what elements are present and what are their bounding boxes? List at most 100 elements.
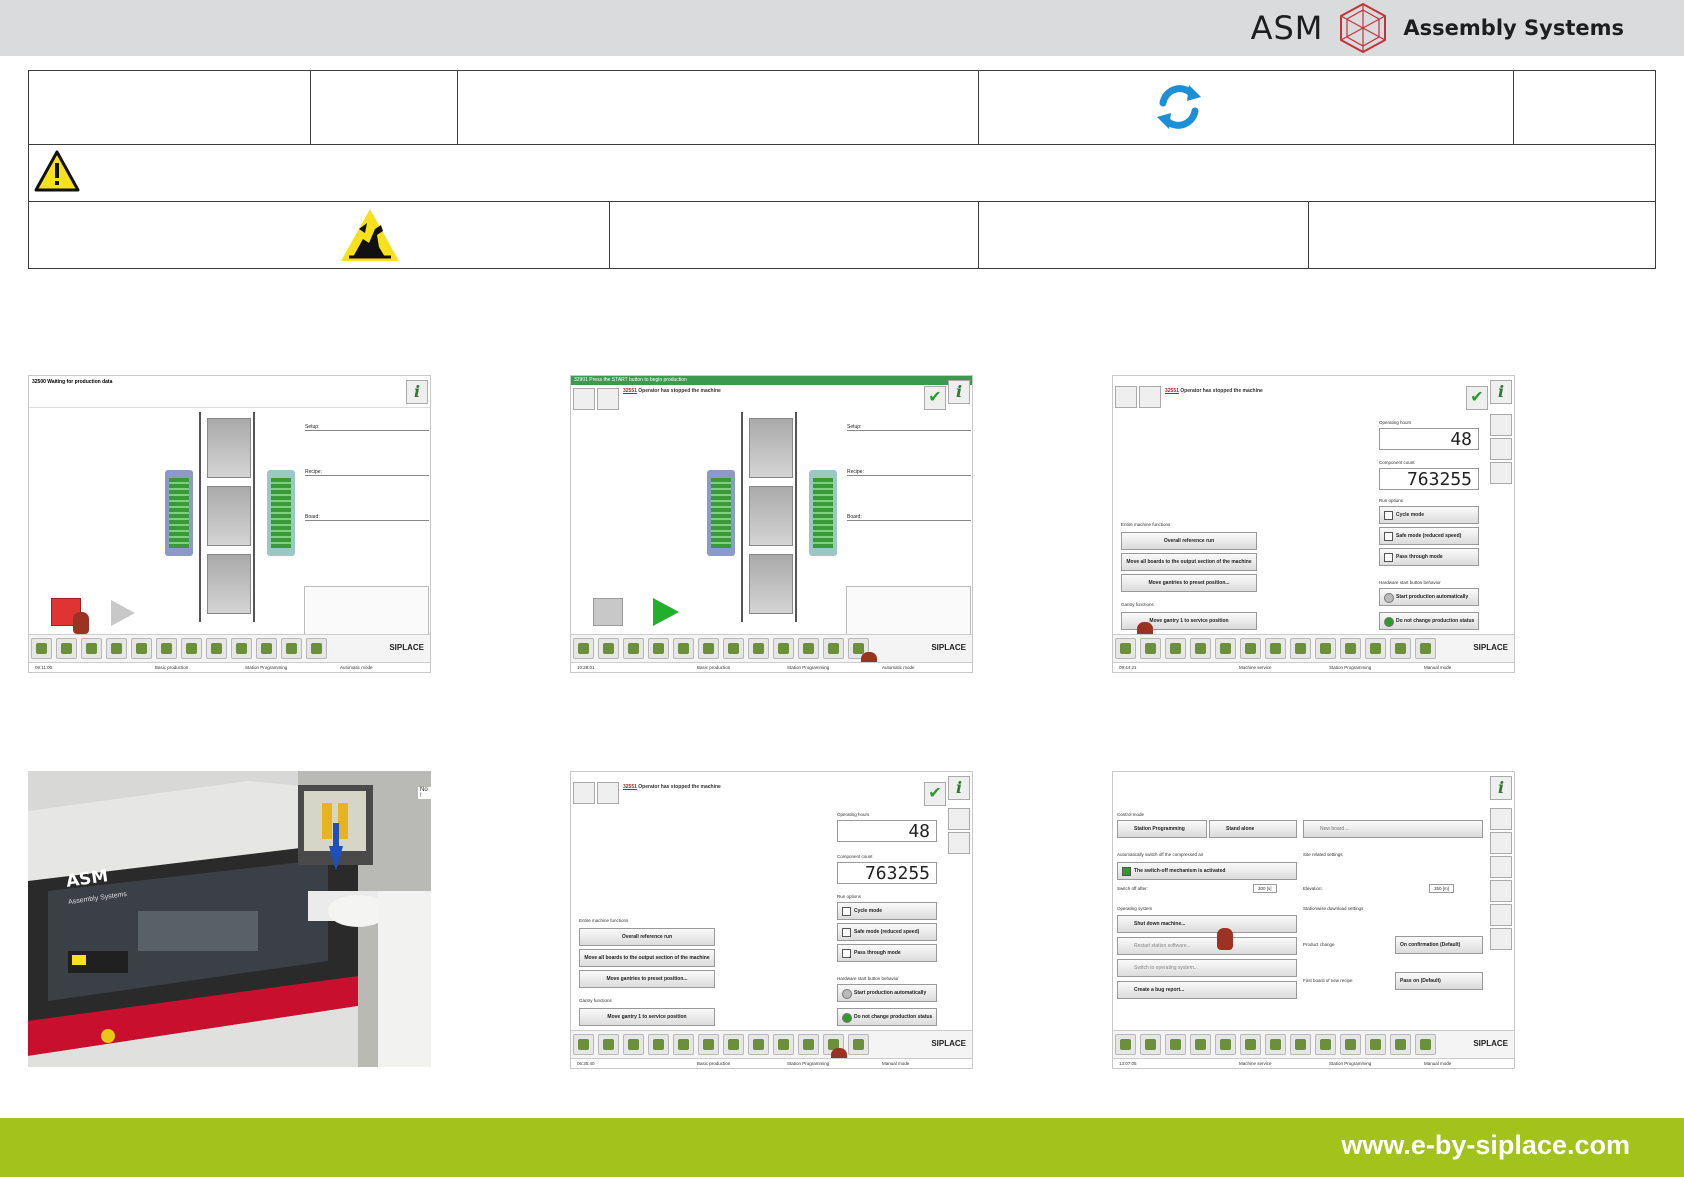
restart-button[interactable]: Restart station software... [1117, 937, 1297, 955]
no-change-radio[interactable]: Do not change production status [837, 1008, 937, 1026]
safe-mode-checkbox[interactable]: Safe mode (reduced speed) [837, 923, 937, 941]
start-auto-radio[interactable]: Start production automatically [837, 984, 937, 1002]
taskbar-icon[interactable] [81, 638, 102, 659]
switch-os-button[interactable]: Switch to operating system... [1117, 959, 1297, 977]
confirm-check-icon[interactable]: ✔ [924, 386, 946, 410]
taskbar-icon[interactable] [1240, 1034, 1261, 1055]
taskbar-icon[interactable] [106, 638, 127, 659]
info-icon[interactable]: i [948, 380, 970, 404]
station-programming-button[interactable]: Station Programming [1117, 820, 1207, 838]
taskbar-icon[interactable] [1190, 1034, 1211, 1055]
taskbar-icon[interactable] [798, 638, 819, 659]
info-tool-icon[interactable] [1115, 386, 1137, 408]
taskbar-icon[interactable] [1265, 638, 1286, 659]
move-gantries-button[interactable]: Move gantries to preset position... [1121, 574, 1257, 592]
side-tool-icon[interactable] [948, 808, 970, 830]
first-board-select[interactable]: Pass on (Default) [1395, 972, 1483, 990]
side-tool-icon[interactable] [1490, 856, 1512, 878]
safe-mode-checkbox[interactable]: Safe mode (reduced speed) [1379, 527, 1479, 545]
cycle-mode-checkbox[interactable]: Cycle mode [837, 902, 937, 920]
taskbar-icon[interactable] [1290, 638, 1311, 659]
taskbar-icon[interactable] [156, 638, 177, 659]
info-tool-icon[interactable] [573, 782, 595, 804]
taskbar-icon[interactable] [748, 1034, 769, 1055]
taskbar-icon[interactable] [598, 638, 619, 659]
taskbar-icon[interactable] [1340, 1034, 1361, 1055]
taskbar-icon[interactable] [673, 638, 694, 659]
wrench-tool-icon[interactable] [597, 782, 619, 804]
taskbar-icon[interactable] [1115, 1034, 1136, 1055]
taskbar-icon[interactable] [648, 638, 669, 659]
taskbar-icon[interactable] [1315, 638, 1336, 659]
no-change-radio[interactable]: Do not change production status [1379, 612, 1479, 630]
taskbar-icon[interactable] [1365, 638, 1386, 659]
product-change-select[interactable]: On confirmation (Default) [1395, 936, 1483, 954]
taskbar-icon[interactable] [823, 638, 844, 659]
taskbar-icon[interactable] [1265, 1034, 1286, 1055]
taskbar-icon[interactable] [698, 638, 719, 659]
wrench-tool-icon[interactable] [1139, 386, 1161, 408]
taskbar-icon[interactable] [1165, 1034, 1186, 1055]
side-tool-icon[interactable] [1490, 808, 1512, 830]
taskbar-icon[interactable] [623, 638, 644, 659]
start-button[interactable] [651, 596, 681, 628]
start-button[interactable] [109, 598, 137, 628]
taskbar-icon[interactable] [1140, 1034, 1161, 1055]
taskbar-icon[interactable] [1215, 638, 1236, 659]
taskbar-icon[interactable] [306, 638, 327, 659]
taskbar-icon[interactable] [598, 1034, 619, 1055]
info-tool-icon[interactable] [573, 388, 595, 410]
shut-down-button[interactable]: Shut down machine... [1117, 915, 1297, 933]
website-url[interactable]: www.e-by-siplace.com [1341, 1130, 1630, 1161]
taskbar-icon[interactable] [1365, 1034, 1386, 1055]
taskbar-icon[interactable] [1240, 638, 1261, 659]
bug-report-button[interactable]: Create a bug report... [1117, 981, 1297, 999]
taskbar-icon[interactable] [723, 1034, 744, 1055]
taskbar-icon[interactable] [1140, 638, 1161, 659]
taskbar-icon[interactable] [1290, 1034, 1311, 1055]
taskbar-icon[interactable] [723, 638, 744, 659]
wrench-tool-icon[interactable] [597, 388, 619, 410]
reference-run-button[interactable]: Overall reference run [579, 928, 715, 946]
taskbar-icon[interactable] [1415, 1034, 1436, 1055]
move-boards-button[interactable]: Move all boards to the output section of… [1121, 553, 1257, 571]
pass-through-checkbox[interactable]: Pass through mode [837, 944, 937, 962]
move-boards-button[interactable]: Move all boards to the output section of… [579, 949, 715, 967]
confirm-check-icon[interactable]: ✔ [1466, 386, 1488, 410]
taskbar-icon[interactable] [56, 638, 77, 659]
taskbar-icon[interactable] [1190, 638, 1211, 659]
taskbar-icon[interactable] [1390, 1034, 1411, 1055]
new-board-button[interactable]: New board ... [1303, 820, 1483, 838]
side-tool-icon[interactable] [1490, 832, 1512, 854]
taskbar-icon[interactable] [573, 1034, 594, 1055]
pass-through-checkbox[interactable]: Pass through mode [1379, 548, 1479, 566]
taskbar-icon[interactable] [1165, 638, 1186, 659]
taskbar-icon[interactable] [848, 1034, 869, 1055]
taskbar-icon[interactable] [798, 1034, 819, 1055]
taskbar-icon[interactable] [1215, 1034, 1236, 1055]
switch-off-value[interactable]: 300 [s] [1253, 884, 1277, 893]
reference-run-button[interactable]: Overall reference run [1121, 532, 1257, 550]
start-auto-radio[interactable]: Start production automatically [1379, 588, 1479, 606]
taskbar-icon[interactable] [206, 638, 227, 659]
taskbar-icon[interactable] [673, 1034, 694, 1055]
switch-off-checkbox[interactable]: The switch-off mechanism is activated [1117, 862, 1297, 880]
taskbar-icon[interactable] [131, 638, 152, 659]
taskbar-icon[interactable] [648, 1034, 669, 1055]
taskbar-icon[interactable] [31, 638, 52, 659]
taskbar-icon[interactable] [1390, 638, 1411, 659]
taskbar-icon[interactable] [256, 638, 277, 659]
side-tool-icon[interactable] [1490, 414, 1512, 436]
taskbar-icon[interactable] [773, 638, 794, 659]
side-tool-icon[interactable] [1490, 904, 1512, 926]
taskbar-icon[interactable] [1340, 638, 1361, 659]
side-tool-icon[interactable] [1490, 462, 1512, 484]
side-tool-icon[interactable] [1490, 438, 1512, 460]
taskbar-icon[interactable] [748, 638, 769, 659]
taskbar-icon[interactable] [773, 1034, 794, 1055]
info-icon[interactable]: i [1490, 380, 1512, 404]
taskbar-icon[interactable] [1315, 1034, 1336, 1055]
info-icon[interactable]: i [1490, 776, 1512, 800]
info-icon[interactable]: i [406, 380, 428, 404]
side-tool-icon[interactable] [948, 832, 970, 854]
